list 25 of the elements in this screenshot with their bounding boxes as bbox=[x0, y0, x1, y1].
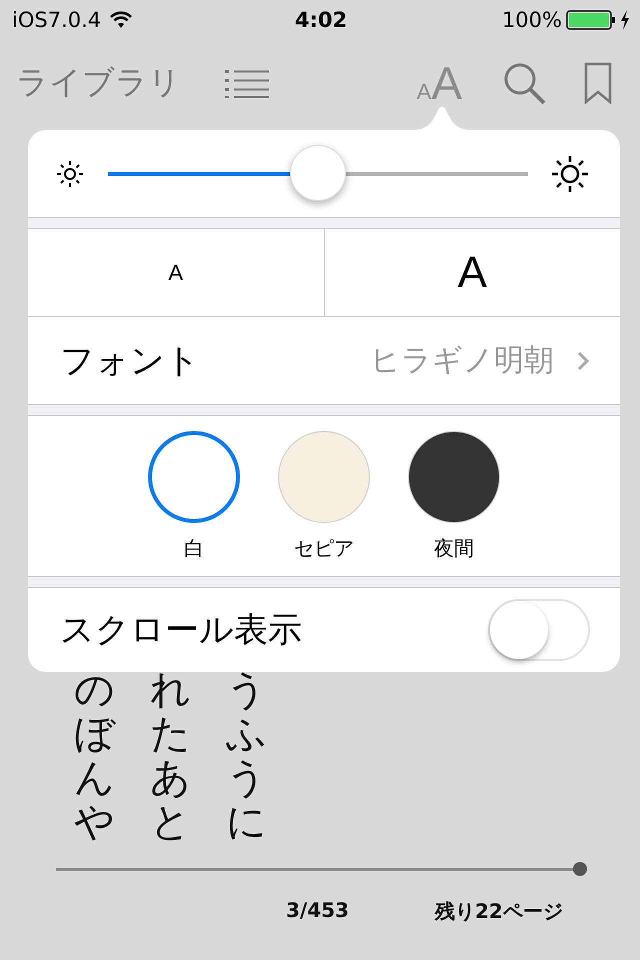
battery-percent: 100% bbox=[502, 8, 562, 32]
search-icon[interactable] bbox=[502, 61, 546, 105]
chevron-icon bbox=[576, 350, 590, 372]
font-row[interactable]: フォント ヒラギノ明朝 bbox=[28, 317, 620, 404]
clock-time: 4:02 bbox=[294, 8, 348, 32]
bright-brightness-icon bbox=[550, 154, 590, 194]
bookmark-icon[interactable] bbox=[584, 62, 612, 104]
body-text-column: うふうに bbox=[226, 668, 266, 844]
body-text-column: のぼんや bbox=[74, 668, 114, 844]
theme-label: セピア bbox=[294, 534, 354, 562]
battery-icon bbox=[566, 10, 616, 30]
wifi-icon bbox=[109, 11, 134, 29]
body-text-column: れたあと bbox=[150, 668, 190, 844]
brightness-slider-thumb[interactable] bbox=[290, 144, 346, 200]
font-value: ヒラギノ明朝 bbox=[369, 342, 554, 380]
page-progress-handle[interactable] bbox=[573, 862, 587, 876]
contents-list-icon[interactable] bbox=[225, 68, 269, 98]
scroll-view-toggle[interactable] bbox=[488, 599, 590, 661]
theme-label: 白 bbox=[184, 534, 204, 562]
font-label: フォント bbox=[60, 340, 200, 382]
carrier-label: iOS7.0.4 bbox=[12, 8, 102, 32]
theme-label: 夜間 bbox=[434, 534, 474, 562]
page-number: 3/453 bbox=[286, 898, 349, 924]
remaining-pages: 残り22ページ bbox=[434, 898, 563, 925]
scroll-view-label: スクロール表示 bbox=[60, 609, 302, 652]
